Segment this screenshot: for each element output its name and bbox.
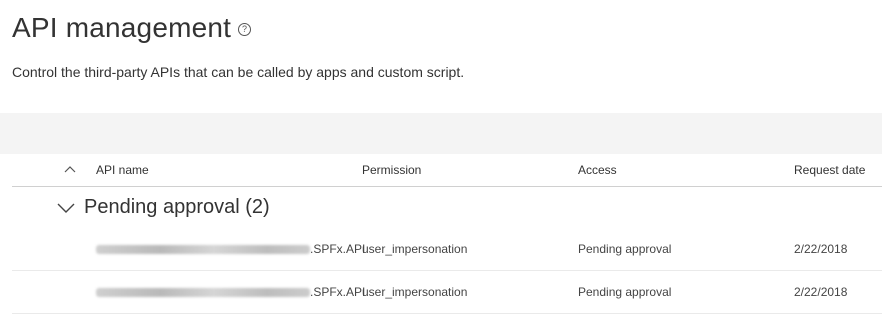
page-description: Control the third-party APIs that can be… (12, 64, 465, 80)
access-cell: Pending approval (578, 285, 672, 299)
column-header-access[interactable]: Access (578, 163, 617, 177)
help-icon[interactable]: ? (238, 22, 252, 36)
page-title-text: API management (12, 12, 232, 43)
redacted-api-name (96, 288, 310, 298)
command-bar (0, 113, 882, 154)
group-header-pending-approval: Pending approval (2) (12, 186, 882, 232)
request-date-cell: 2/22/2018 (794, 285, 848, 299)
page-title: API management ? (12, 12, 252, 44)
api-name-suffix: .SPFx.API (310, 242, 366, 256)
table-row[interactable]: .SPFx.API user_impersonation Pending app… (12, 228, 882, 271)
api-name-suffix: .SPFx.API (310, 285, 366, 299)
api-name-cell: .SPFx.API (96, 242, 365, 256)
request-date-cell: 2/22/2018 (794, 242, 848, 256)
api-name-cell: .SPFx.API (96, 285, 365, 299)
table-header: API name Permission Access Request date (12, 154, 882, 187)
access-cell: Pending approval (578, 242, 672, 256)
sort-ascending-icon[interactable] (63, 162, 77, 176)
redacted-api-name (96, 245, 310, 255)
table-row[interactable]: .SPFx.API user_impersonation Pending app… (12, 271, 882, 314)
group-label: Pending approval (2) (84, 196, 270, 218)
column-header-api-name[interactable]: API name (96, 163, 149, 177)
permission-cell: user_impersonation (362, 242, 468, 256)
chevron-down-icon[interactable] (56, 201, 76, 215)
column-header-permission[interactable]: Permission (362, 163, 421, 177)
permission-cell: user_impersonation (362, 285, 468, 299)
column-header-request-date[interactable]: Request date (794, 163, 865, 177)
